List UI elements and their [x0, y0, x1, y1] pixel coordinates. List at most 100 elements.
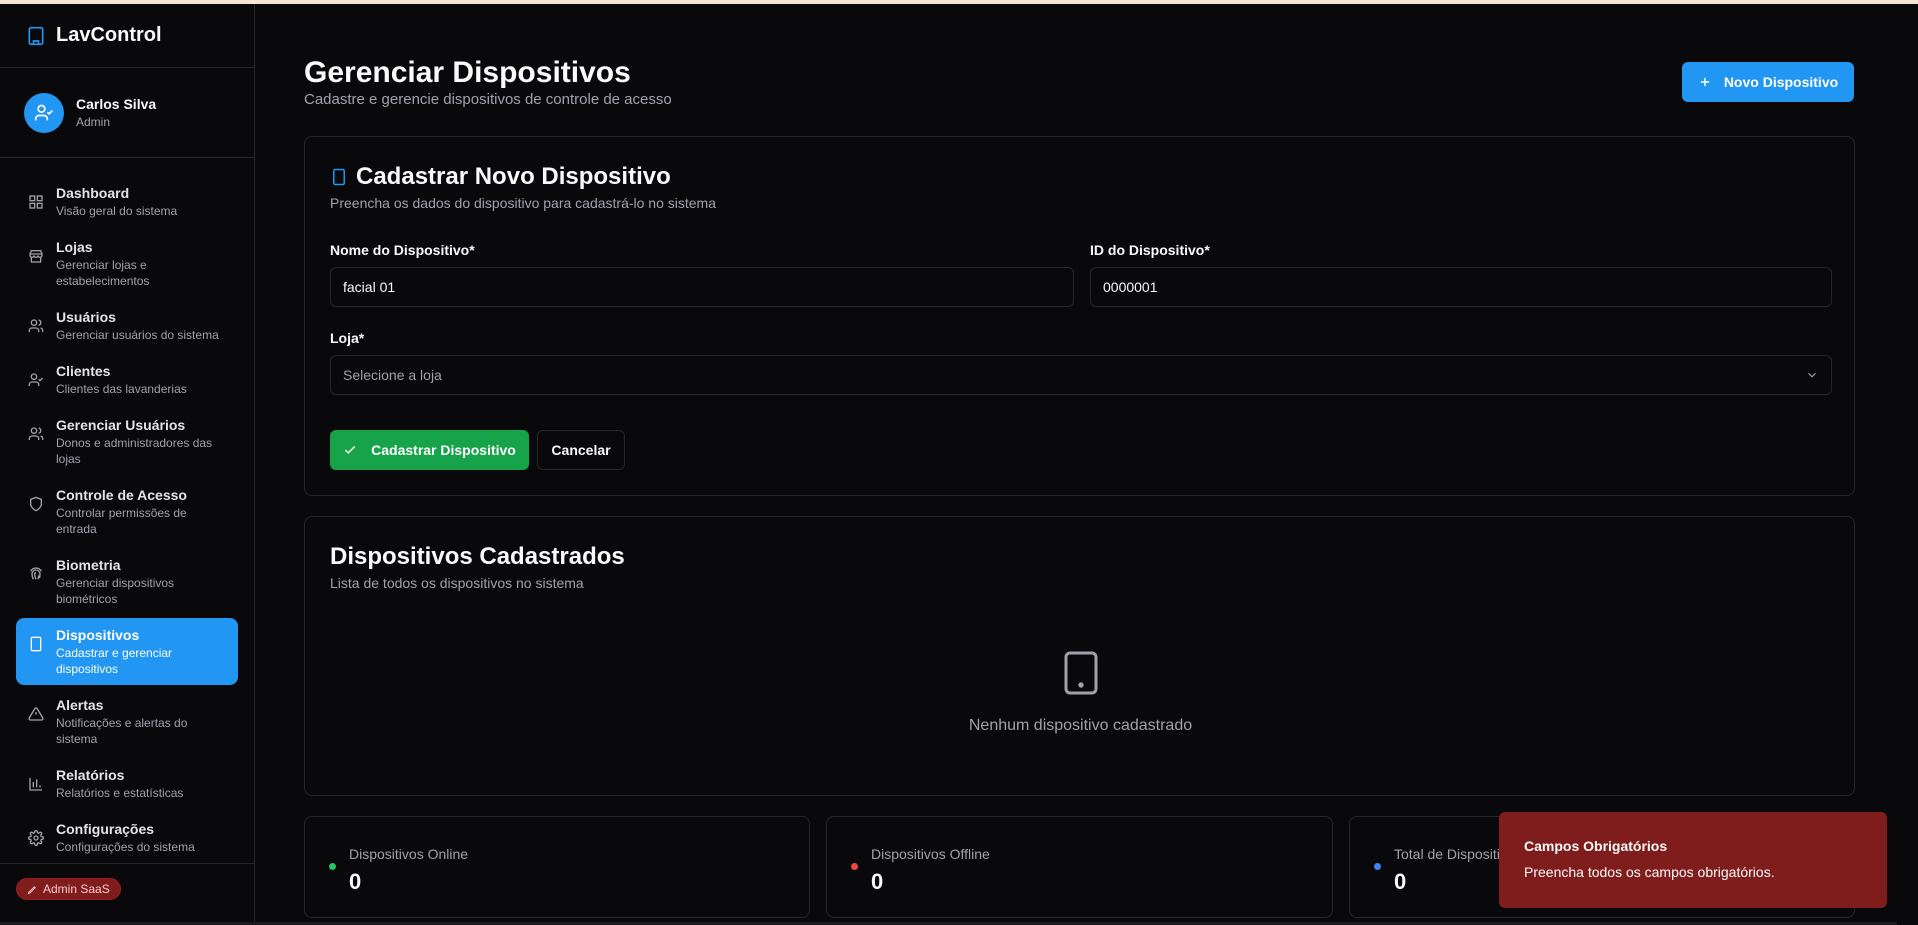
sidebar-footer: Admin SaaS — [0, 863, 254, 925]
status-dot-total — [1374, 863, 1381, 870]
empty-state-text: Nenhum dispositivo cadastrado — [968, 717, 1193, 734]
register-card-title: Cadastrar Novo Dispositivo — [330, 163, 671, 191]
device-name-input[interactable] — [330, 267, 1074, 307]
sidebar-item-dashboard[interactable]: Dashboard Visão geral do sistema — [16, 176, 238, 227]
sidebar-item-gerenciar-usuarios[interactable]: Gerenciar Usuários Donos e administradore… — [16, 408, 238, 475]
stat-value: 0 — [349, 869, 362, 894]
sidebar-item-title: Biometria — [56, 557, 121, 573]
store-select[interactable]: Selecione a loja — [330, 355, 1832, 395]
store-icon — [28, 248, 44, 264]
devices-list-title: Dispositivos Cadastrados — [330, 543, 625, 570]
avatar — [24, 92, 64, 133]
devices-list-subtitle: Lista de todos os dispositivos no sistem… — [330, 575, 584, 591]
stat-label: Dispositivos Online — [349, 846, 469, 862]
sidebar-item-title: Lojas — [56, 239, 93, 255]
sidebar-item-subtitle: Configurações do sistema — [56, 840, 195, 854]
error-toast[interactable]: Campos Obrigatórios Preencha todos os ca… — [1499, 812, 1887, 908]
cancel-button[interactable]: Cancelar — [537, 430, 625, 470]
sidebar-item-subtitle: Gerenciar dispositivos biométricos — [56, 576, 175, 606]
sidebar-item-title: Usuários — [56, 309, 116, 325]
device-id-label: ID do Dispositivo* — [1090, 242, 1210, 258]
sidebar-item-subtitle: Visão geral do sistema — [56, 204, 178, 218]
gear-icon — [28, 830, 44, 846]
stat-label: Dispositivos Offline — [871, 846, 990, 862]
user-role: Admin — [76, 115, 111, 129]
tablet-icon — [1064, 651, 1098, 695]
sidebar-item-title: Alertas — [56, 697, 104, 713]
sidebar-item-title: Configurações — [56, 821, 155, 837]
user-check-icon — [34, 104, 53, 120]
user-name: Carlos Silva — [76, 96, 157, 112]
building-icon — [28, 26, 44, 45]
sidebar-nav: Dashboard Visão geral do sistema Lojas Ger… — [0, 158, 254, 863]
register-device-label: Cadastrar Dispositivo — [371, 442, 516, 458]
chevron-down-icon — [1808, 372, 1816, 378]
sidebar-item-subtitle: Cadastrar e gerenciar dispositivos — [56, 646, 173, 676]
new-device-label: Novo Dispositivo — [1723, 74, 1839, 90]
sidebar-item-title: Gerenciar Usuários — [56, 417, 186, 433]
sidebar-item-dispositivos[interactable]: Dispositivos Cadastrar e gerenciar dispos… — [16, 618, 238, 685]
register-device-button[interactable]: Cadastrar Dispositivo — [330, 430, 529, 470]
check-icon — [344, 445, 356, 454]
sidebar-item-clientes[interactable]: Clientes Clientes das lavanderias — [16, 354, 238, 405]
sidebar-item-relatorios[interactable]: Relatórios Relatórios e estatísticas — [16, 758, 238, 809]
store-label: Loja* — [330, 330, 365, 346]
stat-value: 0 — [871, 869, 884, 894]
user-check-icon — [28, 372, 44, 388]
toast-message: Preencha todos os campos obrigatórios. — [1524, 864, 1775, 880]
sidebar-item-biometria[interactable]: Biometria Gerenciar dispositivos biométri… — [16, 548, 238, 615]
sidebar-item-title: Clientes — [56, 363, 111, 379]
fingerprint-icon — [28, 566, 44, 582]
sidebar-item-configuracoes[interactable]: Configurações Configurações do sistema — [16, 812, 238, 863]
sidebar-item-alertas[interactable]: Alertas Notificações e alertas do sistema — [16, 688, 238, 755]
bar-chart-icon — [28, 776, 44, 792]
devices-list-card: Dispositivos Cadastrados Lista de todos … — [304, 516, 1855, 796]
register-card-subtitle: Preencha os dados do dispositivo para ca… — [330, 195, 716, 211]
register-card-title-text: Cadastrar Novo Dispositivo — [356, 163, 671, 190]
stat-value: 0 — [1394, 869, 1407, 894]
users-icon — [28, 318, 44, 334]
app-title: LavControl — [56, 24, 162, 46]
sidebar-item-usuarios[interactable]: Usuários Gerenciar usuários do sistema — [16, 300, 238, 351]
status-dot-online — [329, 863, 336, 870]
alert-triangle-icon — [28, 706, 44, 722]
tablet-icon — [333, 168, 345, 186]
vertical-scrollbar[interactable] — [1897, 4, 1918, 925]
sidebar-item-subtitle: Relatórios e estatísticas — [56, 786, 184, 800]
sidebar-item-title: Dispositivos — [56, 627, 140, 643]
new-device-button[interactable]: Novo Dispositivo — [1682, 62, 1854, 102]
page-subtitle: Cadastre e gerencie dispositivos de cont… — [304, 91, 672, 108]
sidebar-item-title: Dashboard — [56, 185, 130, 201]
store-select-placeholder: Selecione a loja — [343, 367, 442, 383]
stat-card-offline: Dispositivos Offline 0 — [826, 816, 1333, 918]
sidebar-item-subtitle: Gerenciar lojas e estabelecimentos — [56, 258, 150, 288]
toast-title: Campos Obrigatórios — [1524, 838, 1668, 854]
sidebar-item-title: Relatórios — [56, 767, 125, 783]
sidebar-item-controle-acesso[interactable]: Controle de Acesso Controlar permissões d… — [16, 478, 238, 545]
sidebar: LavControl Carlos Silva Admin Dashboard V… — [0, 4, 255, 925]
device-name-label: Nome do Dispositivo* — [330, 242, 475, 258]
status-dot-offline — [851, 863, 858, 870]
stat-card-online: Dispositivos Online 0 — [304, 816, 810, 918]
admin-saas-badge[interactable]: Admin SaaS — [16, 878, 121, 900]
sidebar-item-subtitle: Gerenciar usuários do sistema — [56, 328, 219, 342]
device-id-input[interactable] — [1090, 267, 1832, 307]
shield-icon — [28, 496, 44, 512]
sidebar-item-title: Controle de Acesso — [56, 487, 187, 503]
page-title: Gerenciar Dispositivos — [304, 56, 631, 89]
main-content: Gerenciar Dispositivos Cadastre e gerenc… — [256, 4, 1897, 925]
sidebar-item-subtitle: Controlar permissões de entrada — [56, 506, 187, 536]
register-device-card: Cadastrar Novo Dispositivo Preencha os d… — [304, 136, 1855, 496]
pencil-icon — [27, 885, 36, 894]
badge-label: Admin SaaS — [43, 882, 110, 896]
plus-icon — [1700, 77, 1709, 87]
brand[interactable]: LavControl — [0, 4, 254, 68]
user-profile[interactable]: Carlos Silva Admin — [0, 68, 254, 158]
tablet-icon — [28, 636, 44, 652]
sidebar-item-lojas[interactable]: Lojas Gerenciar lojas e estabelecimentos — [16, 230, 238, 297]
grid-icon — [28, 194, 44, 210]
sidebar-item-subtitle: Donos e administradores das lojas — [56, 436, 213, 466]
sidebar-item-subtitle: Notificações e alertas do sistema — [56, 716, 188, 746]
sidebar-item-subtitle: Clientes das lavanderias — [56, 382, 187, 396]
users-icon — [28, 426, 44, 442]
